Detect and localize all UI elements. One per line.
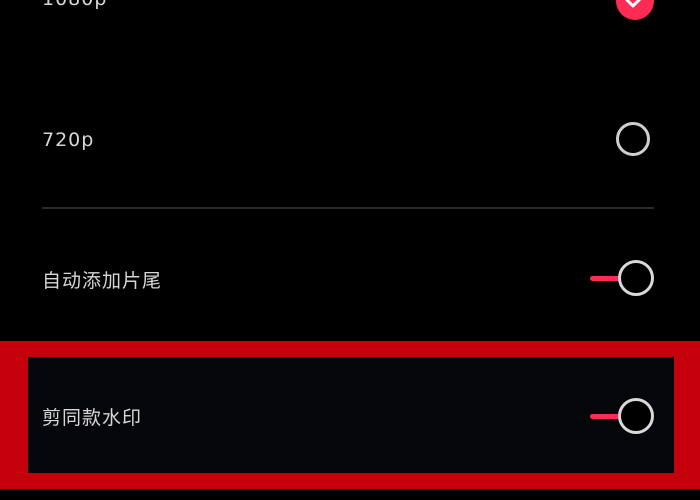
watermark-toggle[interactable] xyxy=(590,398,656,434)
toggle-knob xyxy=(618,398,654,434)
auto-add-ending-label: 自动添加片尾 xyxy=(42,270,163,292)
export-settings-screen: 1080p 720p 自动添加片尾 剪同款水印 xyxy=(0,0,700,500)
watermark-label: 剪同款水印 xyxy=(42,407,143,429)
bottom-strip xyxy=(0,489,700,500)
radio-empty-icon[interactable] xyxy=(616,122,650,156)
section-divider xyxy=(42,207,654,209)
resolution-label-720p: 720p xyxy=(42,129,95,151)
auto-add-ending-toggle[interactable] xyxy=(590,260,656,296)
check-circle-icon[interactable] xyxy=(616,0,654,20)
highlight-frame: 剪同款水印 xyxy=(0,341,700,489)
resolution-label-1080p: 1080p xyxy=(42,0,107,10)
toggle-knob xyxy=(618,260,654,296)
resolution-option-720p[interactable]: 720p xyxy=(0,95,700,185)
auto-add-ending-row[interactable]: 自动添加片尾 xyxy=(0,235,700,325)
resolution-option-1080p[interactable]: 1080p xyxy=(0,0,700,40)
watermark-row[interactable]: 剪同款水印 xyxy=(28,357,674,473)
